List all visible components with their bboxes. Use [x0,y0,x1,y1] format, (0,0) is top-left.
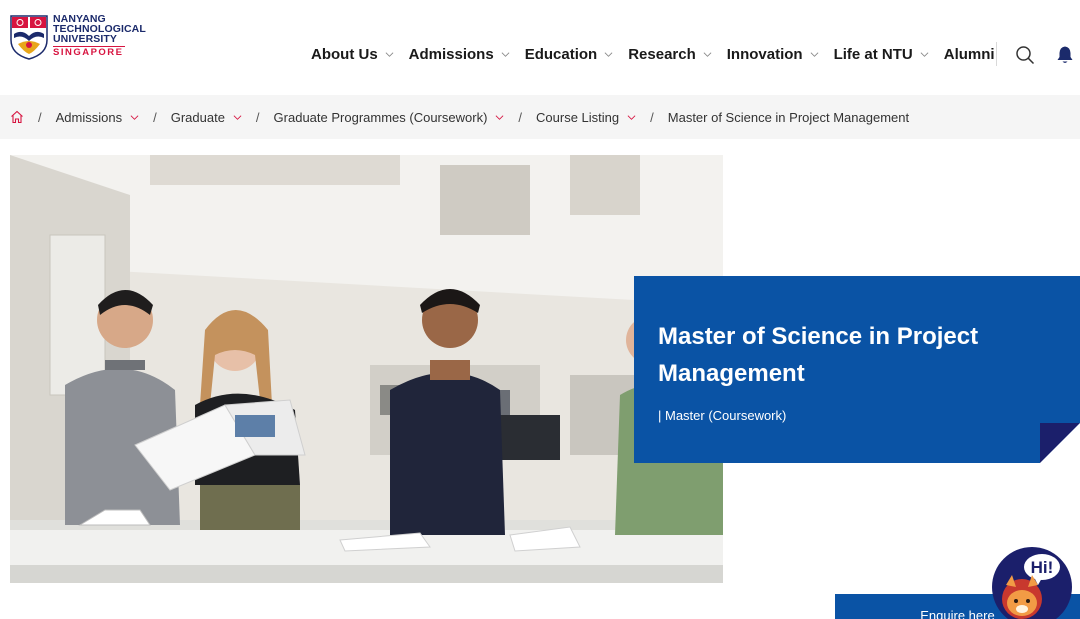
nav-item-admissions[interactable]: Admissions [409,46,510,63]
breadcrumb-separator: / [153,109,157,125]
chevron-down-icon [385,51,394,57]
chevron-down-icon [703,51,712,57]
nav-label: About Us [311,45,378,63]
breadcrumb: / Admissions / Graduate / Graduate Progr… [0,95,1080,139]
breadcrumb-separator: / [518,109,523,125]
breadcrumb-item-admissions[interactable]: Admissions [56,110,139,125]
page-title-line-2: Management [658,360,805,387]
breadcrumb-item-course-listing[interactable]: Course Listing [536,110,636,125]
page-title: Master of Science in Project Management [658,318,1056,392]
nav-label: Innovation [726,45,803,63]
home-icon[interactable] [10,110,24,124]
chevron-down-icon [130,114,139,120]
logo-line-3: UNIVERSITY [53,33,118,45]
bell-icon[interactable] [1056,45,1074,65]
enquire-label: Enquire here [920,608,995,619]
nav-label: Research [628,45,696,63]
ntu-crest-icon [10,15,48,60]
nav-item-innovation[interactable]: Innovation [727,46,819,63]
nav-item-about-us[interactable]: About Us [311,46,394,63]
corner-accent [1040,423,1080,463]
hero-card: Master of Science in Project Management … [634,276,1080,463]
breadcrumb-label: Graduate [170,109,225,125]
main-nav: About Us Admissions Education Research I… [311,44,1010,64]
nav-label: Admissions [408,45,494,63]
breadcrumb-current: Master of Science in Project Management [667,109,910,125]
nav-label: Alumni [943,45,995,63]
chevron-down-icon [233,114,242,120]
chevron-down-icon [627,114,636,120]
logo-line-4: SINGAPORE [53,46,125,58]
chevron-down-icon [501,51,510,57]
nav-label: Education [524,45,598,63]
search-icon[interactable] [1015,45,1035,65]
breadcrumb-item-graduate[interactable]: Graduate [171,110,242,125]
chatbot-avatar-icon[interactable]: Hi! [992,547,1072,619]
nav-item-research[interactable]: Research [628,46,712,63]
hero-photo-illustration [10,155,723,583]
nav-item-education[interactable]: Education [525,46,614,63]
hero-photo [10,155,723,583]
nav-label: Life at NTU [833,45,913,63]
breadcrumb-separator: / [38,109,42,125]
ntu-logo[interactable]: NANYANG TECHNOLOGICAL UNIVERSITY SINGAPO… [10,14,146,60]
chevron-down-icon [810,51,819,57]
breadcrumb-separator: / [255,109,260,125]
breadcrumb-label: Admissions [55,109,123,125]
breadcrumb-label: Graduate Programmes (Coursework) [273,109,488,125]
nav-divider [996,42,997,66]
breadcrumb-item-graduate-programmes[interactable]: Graduate Programmes (Coursework) [274,110,505,125]
nav-item-alumni[interactable]: Alumni [944,46,995,63]
breadcrumb-separator: / [650,109,654,125]
site-header: NANYANG TECHNOLOGICAL UNIVERSITY SINGAPO… [0,0,1080,95]
logo-wordmark: NANYANG TECHNOLOGICAL UNIVERSITY SINGAPO… [53,14,146,58]
breadcrumb-label: Course Listing [536,109,620,125]
chevron-down-icon [495,114,504,120]
chevron-down-icon [920,51,929,57]
page-title-line-1: Master of Science in Project [658,323,979,350]
nav-item-life-at-ntu[interactable]: Life at NTU [834,46,929,63]
programme-type: | Master (Coursework) [658,408,787,423]
chatbot-greeting: Hi! [1031,558,1054,577]
chevron-down-icon [604,51,613,57]
